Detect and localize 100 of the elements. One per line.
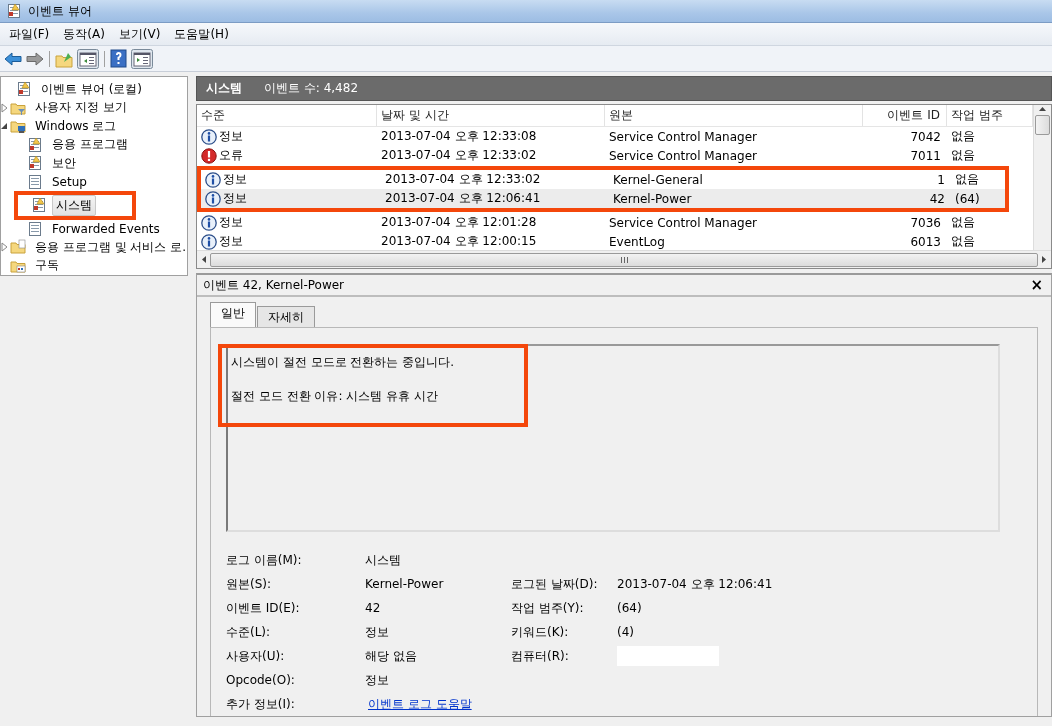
- table-cell-text: (64): [954, 191, 981, 206]
- tab[interactable]: 일반: [210, 302, 256, 327]
- table-cell-text: 없음: [950, 128, 976, 145]
- info-icon: [205, 190, 221, 207]
- field-value: (4): [617, 625, 635, 639]
- tab[interactable]: 자세히: [257, 306, 315, 327]
- detail-title: 이벤트 42, Kernel-Power: [203, 276, 345, 294]
- table-row[interactable]: 정보 2013-07-04 오후 12:06:41 Kernel-Power 42 (64): [201, 189, 1005, 208]
- event-log-icon: [16, 81, 32, 98]
- scroll-thumb[interactable]: [210, 252, 1038, 267]
- table-cell-text: Service Control Manager: [608, 148, 758, 163]
- info-icon: [201, 214, 217, 231]
- menu-item[interactable]: 동작(A): [56, 23, 112, 45]
- field-value: 42: [365, 601, 382, 615]
- field-label: 로그 이름(M):: [226, 551, 303, 569]
- column-header[interactable]: 이벤트 ID: [863, 105, 947, 126]
- expanded-arrow-icon[interactable]: [1, 121, 8, 132]
- table-cell: 정보: [219, 128, 243, 145]
- help-link[interactable]: 이벤트 로그 도움말: [368, 695, 472, 713]
- tree-item[interactable]: Forwarded Events: [48, 219, 164, 238]
- scroll-right-icon: [1040, 255, 1048, 264]
- table-cell-text: EventLog: [608, 234, 666, 249]
- info-icon: [205, 171, 221, 188]
- table-cell-text: 7036: [909, 215, 942, 230]
- table-cell: 정보: [223, 171, 247, 188]
- table-cell-text: 없음: [950, 147, 976, 164]
- table-cell-text: Service Control Manager: [608, 215, 758, 230]
- field-value: 정보: [365, 671, 390, 689]
- table-cell: 정보: [219, 233, 243, 250]
- document-icon: [27, 173, 43, 190]
- close-button[interactable]: ×: [1030, 276, 1043, 294]
- menu-item[interactable]: 보기(V): [111, 23, 168, 45]
- tree-item[interactable]: Setup: [48, 172, 91, 191]
- back-icon[interactable]: [4, 49, 22, 68]
- event-count: 이벤트 수: 4,482: [264, 80, 359, 97]
- table-row[interactable]: 정보 2013-07-04 오후 12:33:08 Service Control Manager 7042 없음: [197, 127, 1033, 146]
- folder-icon: [10, 239, 26, 256]
- scroll-thumb[interactable]: [1035, 115, 1050, 135]
- tree-item[interactable]: 이벤트 뷰어 (로컬): [37, 78, 146, 100]
- menu-item[interactable]: 파일(F): [2, 23, 57, 45]
- field-value: 시스템: [365, 551, 402, 569]
- table-cell-text: 없음: [950, 214, 976, 231]
- tree-item[interactable]: 응용 프로그램 및 서비스 로.: [31, 236, 187, 258]
- table-cell-text: Kernel-Power: [612, 191, 693, 206]
- field-value: (64): [617, 601, 643, 615]
- grip-icon: [620, 256, 628, 263]
- window-title: 이벤트 뷰어: [28, 2, 92, 20]
- computer-folder-icon: [10, 118, 26, 135]
- table-row[interactable]: 오류 2013-07-04 오후 12:33:02 Service Control Manager 7011 없음: [197, 146, 1033, 165]
- table-cell-text: 없음: [954, 171, 980, 188]
- field-label: 원본(S):: [226, 575, 273, 593]
- collapsed-arrow-icon[interactable]: [1, 102, 8, 113]
- field-label: 이벤트 ID(E):: [226, 599, 301, 617]
- table-cell-text: 7042: [909, 129, 942, 144]
- column-header[interactable]: 원본: [605, 105, 863, 126]
- error-icon: [201, 147, 217, 164]
- table-row[interactable]: 정보 2013-07-04 오후 12:00:15 EventLog 6013 없음: [197, 232, 1033, 250]
- scroll-left-icon: [200, 255, 208, 264]
- table-row[interactable]: 정보 2013-07-04 오후 12:01:28 Service Control Manager 7036 없음: [197, 213, 1033, 232]
- panel-icon[interactable]: [131, 48, 153, 69]
- toolbar-separator-icon: [103, 48, 106, 69]
- menu-item[interactable]: 도움말(H): [167, 23, 236, 45]
- pane-title: 시스템: [206, 80, 242, 97]
- field-label: 추가 정보(I):: [226, 695, 296, 713]
- field-value: Kernel-Power: [365, 577, 445, 591]
- forward-icon[interactable]: [26, 49, 44, 68]
- event-log-icon: [27, 155, 43, 172]
- field-label: 로그된 날짜(D):: [511, 575, 599, 593]
- event-log-icon: [27, 136, 43, 153]
- table-cell-text: 7011: [909, 148, 942, 163]
- panel-icon[interactable]: [77, 48, 99, 69]
- collapsed-arrow-icon[interactable]: [1, 242, 8, 253]
- table-cell-text: 2013-07-04 오후 12:00:15: [380, 233, 538, 250]
- tree-item[interactable]: 시스템: [52, 194, 96, 216]
- field-label: 작업 범주(Y):: [511, 599, 585, 617]
- table-cell-text: 6013: [909, 234, 942, 249]
- toolbar-separator-icon: [48, 48, 51, 69]
- field-label: Opcode(O):: [226, 673, 296, 687]
- table-cell-text: Service Control Manager: [608, 129, 758, 144]
- table-cell-text: Kernel-General: [612, 172, 704, 187]
- column-header[interactable]: 날짜 및 시간: [377, 105, 605, 126]
- tree-item[interactable]: 구독: [31, 255, 63, 275]
- field-label: 사용자(U):: [226, 647, 286, 665]
- horizontal-scrollbar[interactable]: [197, 250, 1051, 268]
- field-label: 키워드(K):: [511, 623, 570, 641]
- help-icon[interactable]: [110, 49, 127, 68]
- column-header[interactable]: 수준: [197, 105, 377, 126]
- table-cell-text: 42: [928, 191, 946, 206]
- table-cell-text: 2013-07-04 오후 12:33:08: [380, 128, 538, 145]
- table-cell: 정보: [223, 190, 247, 207]
- table-cell-text: 2013-07-04 오후 12:33:02: [384, 171, 542, 188]
- vertical-scrollbar[interactable]: [1033, 105, 1051, 250]
- field-value: 2013-07-04 오후 12:06:41: [617, 575, 774, 593]
- table-cell-text: 없음: [950, 233, 976, 250]
- info-icon: [201, 128, 217, 145]
- table-cell-text: 1: [936, 172, 946, 187]
- table-cell-text: 2013-07-04 오후 12:01:28: [380, 214, 538, 231]
- table-cell-text: 2013-07-04 오후 12:06:41: [384, 190, 542, 207]
- table-row[interactable]: 정보 2013-07-04 오후 12:33:02 Kernel-General 1 없음: [201, 170, 1005, 189]
- info-icon: [201, 233, 217, 250]
